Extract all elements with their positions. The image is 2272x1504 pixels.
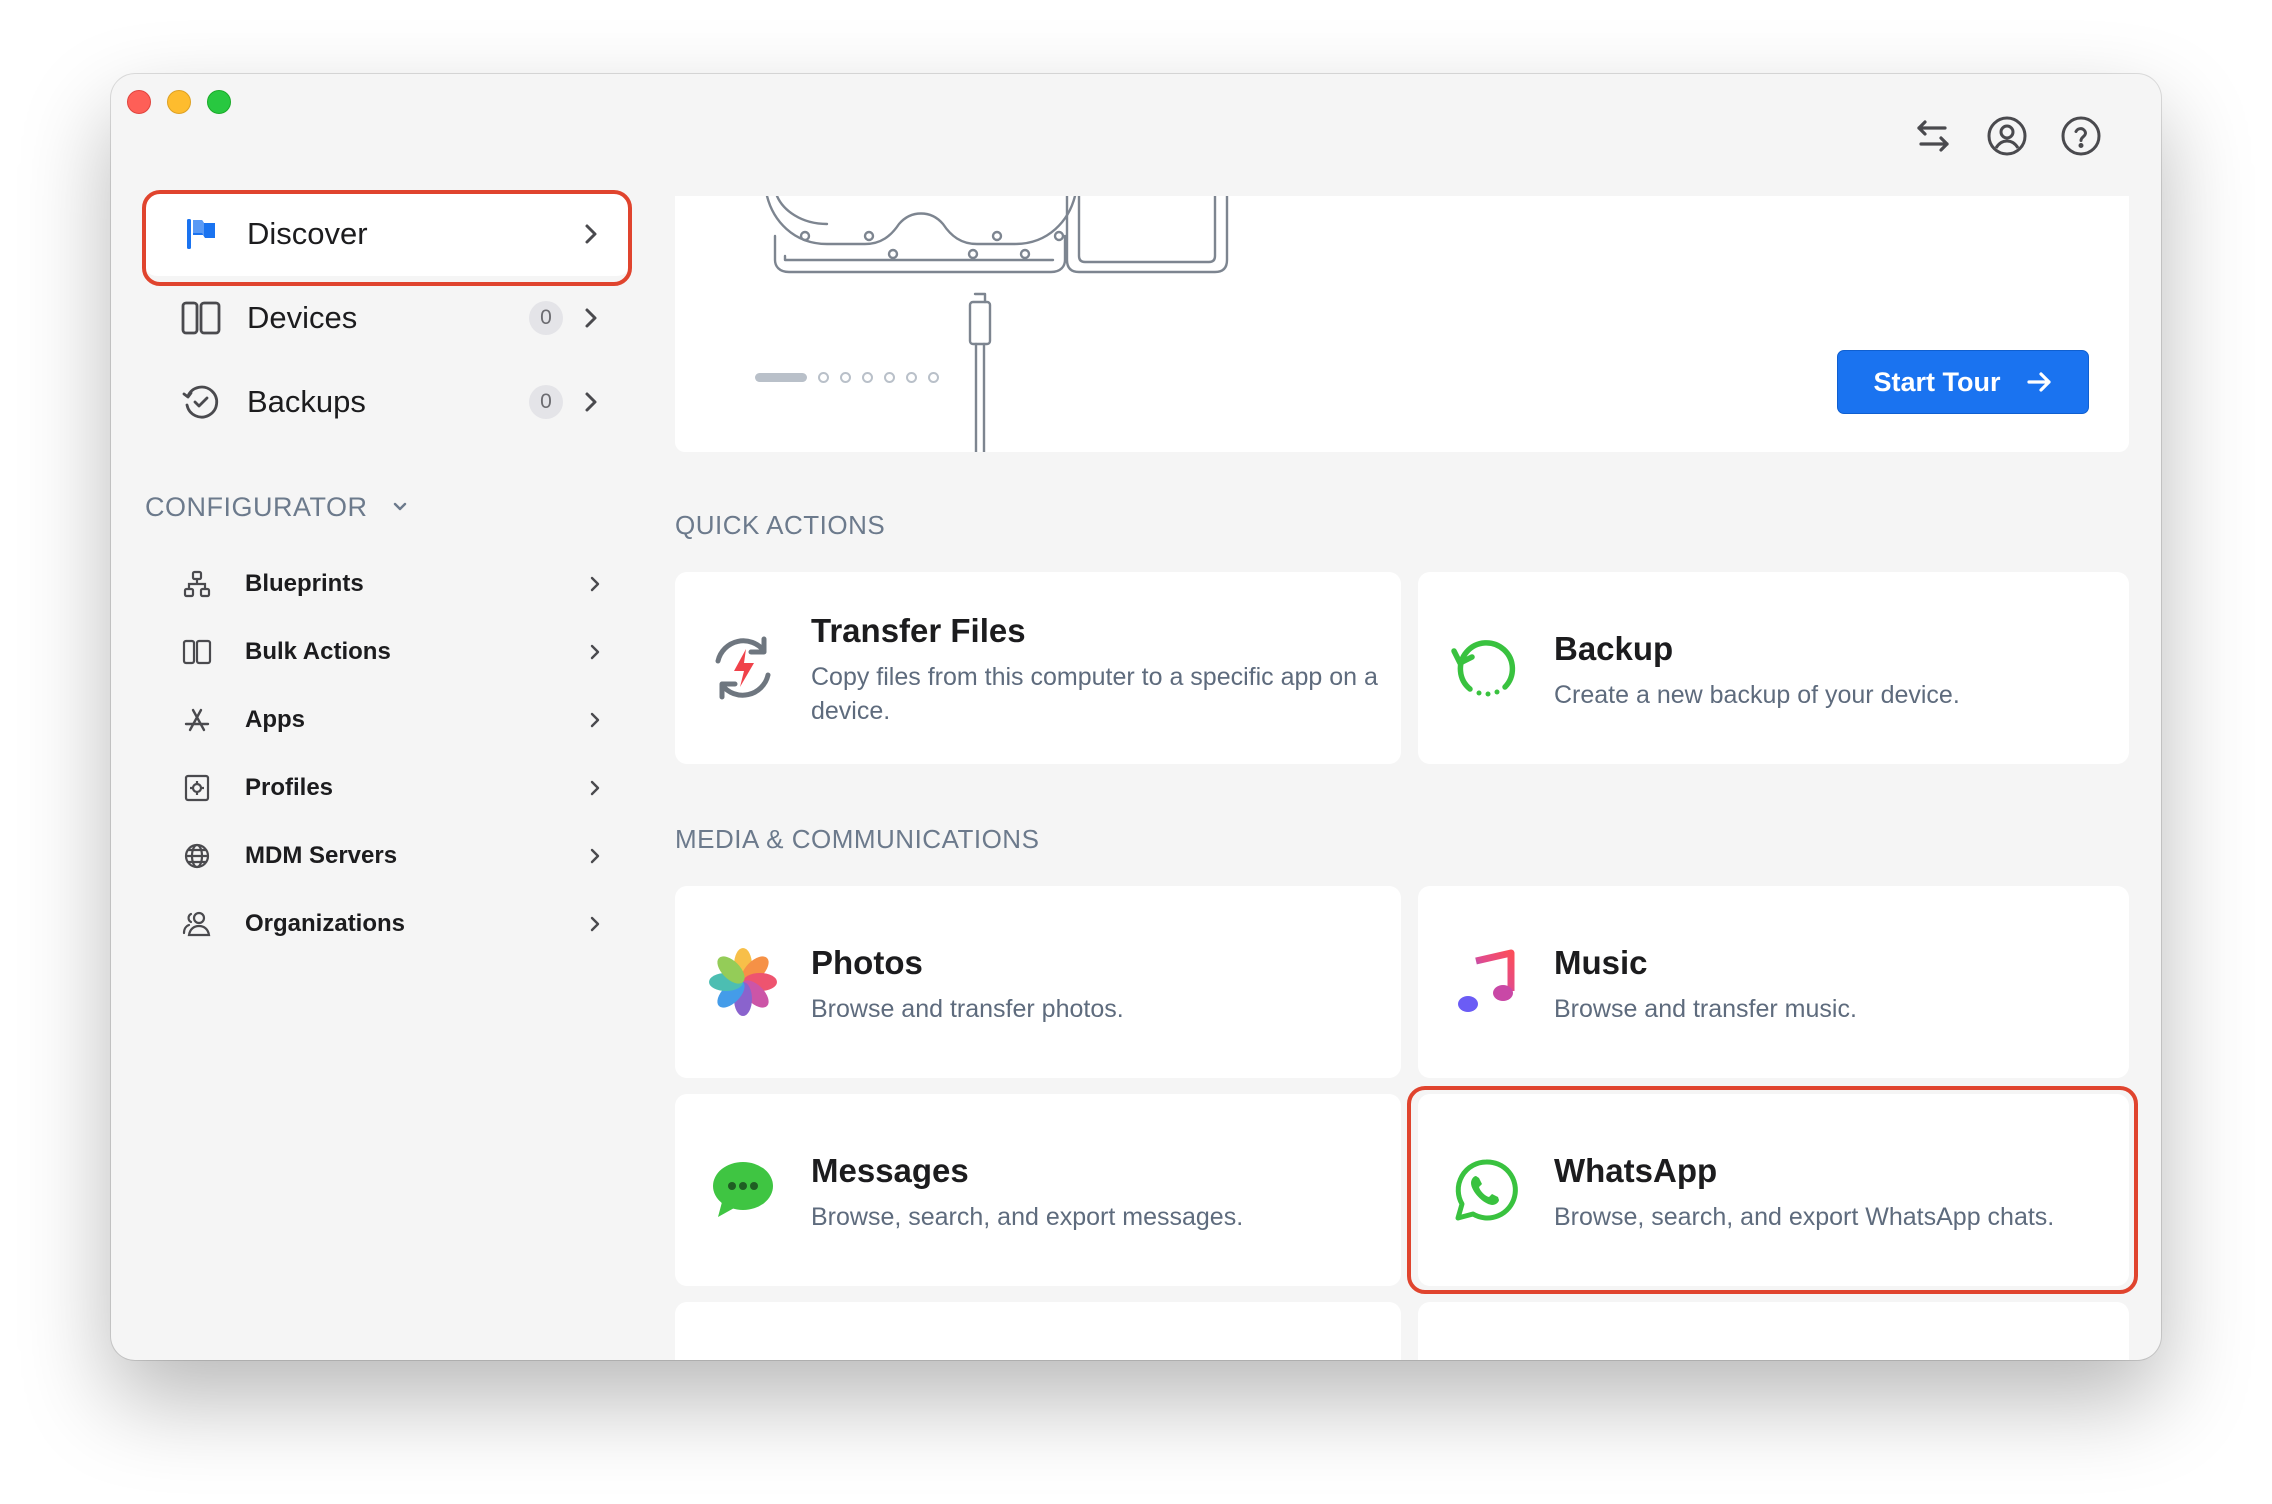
- partial-card[interactable]: [1418, 1302, 2129, 1360]
- carousel-dot[interactable]: [884, 372, 895, 383]
- card-description: Browse, search, and export messages.: [811, 1203, 1244, 1231]
- chevron-right-icon: [585, 392, 597, 412]
- sidebar-item-label: Devices: [247, 300, 358, 335]
- sidebar-item-label: Backups: [247, 384, 366, 419]
- sidebar-item-profiles[interactable]: Profiles: [143, 754, 631, 822]
- media-heading: MEDIA & COMMUNICATIONS: [675, 824, 1040, 854]
- start-tour-button[interactable]: Start Tour: [1837, 350, 2089, 414]
- account-circle-icon[interactable]: [1985, 114, 2029, 158]
- card-description: Create a new backup of your device.: [1554, 681, 1960, 709]
- card-description: Copy files from this computer to a speci…: [811, 663, 1378, 725]
- devices-icon: [179, 634, 215, 670]
- chevron-right-icon: [590, 780, 600, 796]
- configurator-list: Blueprints Bulk Actions Apps Profiles MD…: [143, 550, 631, 958]
- close-window-button[interactable]: [127, 90, 151, 114]
- arrow-right-icon: [2026, 372, 2051, 392]
- sidebar-item-label: Blueprints: [245, 570, 364, 597]
- sidebar-item-label: Profiles: [245, 774, 334, 801]
- carousel-dot[interactable]: [906, 372, 917, 383]
- quick-actions-heading: QUICK ACTIONS: [675, 510, 886, 540]
- people-icon: [179, 906, 215, 942]
- backup-icon: [1448, 630, 1524, 706]
- help-circle-icon[interactable]: [2059, 114, 2103, 158]
- sidebar-item-label: Organizations: [245, 910, 406, 937]
- card-description: Browse and transfer music.: [1554, 995, 1857, 1023]
- card-title: Backup: [1554, 630, 1674, 667]
- messages-card[interactable]: Messages Browse, search, and export mess…: [675, 1094, 1401, 1286]
- card-description: Browse and transfer photos.: [811, 995, 1124, 1023]
- backup-card[interactable]: Backup Create a new backup of your devic…: [1418, 572, 2129, 764]
- toolbar: [1911, 114, 2103, 158]
- transfer-files-icon: [705, 630, 781, 706]
- whatsapp-icon: [1448, 1152, 1524, 1228]
- card-title: Music: [1554, 944, 1648, 981]
- carousel-dot-active[interactable]: [755, 373, 807, 382]
- app-store-icon: [179, 702, 215, 738]
- traffic-lights: [127, 90, 231, 114]
- tour-banner: Start Tour: [675, 196, 2129, 452]
- chevron-right-icon: [590, 848, 600, 864]
- chevron-right-icon: [590, 644, 600, 660]
- card-title: Transfer Files: [811, 612, 1026, 649]
- globe-icon: [179, 838, 215, 874]
- chevron-right-icon: [590, 576, 600, 592]
- music-card[interactable]: Music Browse and transfer music.: [1418, 886, 2129, 1078]
- sidebar-item-blueprints[interactable]: Blueprints: [143, 550, 631, 618]
- sidebar-item-discover[interactable]: Discover: [143, 192, 631, 276]
- sidebar-item-backups[interactable]: Backups 0: [143, 360, 631, 444]
- chevron-down-icon: [393, 502, 406, 511]
- sidebar-item-organizations[interactable]: Organizations: [143, 890, 631, 958]
- photos-icon: [705, 944, 781, 1020]
- zoom-window-button[interactable]: [207, 90, 231, 114]
- devices-icon: [179, 296, 223, 340]
- carousel-indicator: [755, 372, 939, 383]
- sidebar-item-label: Apps: [245, 706, 305, 733]
- partial-card[interactable]: [675, 1302, 1401, 1360]
- card-description: Browse, search, and export WhatsApp chat…: [1554, 1203, 2055, 1231]
- main-content: Start Tour QUICK ACTIONS Transfer Files …: [675, 196, 2129, 1360]
- music-icon: [1448, 944, 1524, 1020]
- flag-icon: [179, 212, 223, 256]
- count-badge: 0: [529, 385, 563, 419]
- chevron-right-icon: [590, 712, 600, 728]
- whatsapp-card[interactable]: WhatsApp Browse, search, and export What…: [1418, 1094, 2129, 1286]
- transfer-files-card[interactable]: Transfer Files Copy files from this comp…: [675, 572, 1401, 764]
- carousel-dot[interactable]: [928, 372, 939, 383]
- carousel-dot[interactable]: [840, 372, 851, 383]
- sidebar-item-mdm-servers[interactable]: MDM Servers: [143, 822, 631, 890]
- sidebar-item-devices[interactable]: Devices 0: [143, 276, 631, 360]
- photos-card[interactable]: Photos Browse and transfer photos.: [675, 886, 1401, 1078]
- messages-icon: [705, 1152, 781, 1228]
- configurator-section-toggle[interactable]: CONFIGURATOR: [143, 484, 631, 530]
- sidebar-item-apps[interactable]: Apps: [143, 686, 631, 754]
- chevron-right-icon: [585, 308, 597, 328]
- sidebar-item-label: MDM Servers: [245, 842, 398, 869]
- section-title: CONFIGURATOR: [145, 491, 368, 522]
- backup-history-icon: [179, 380, 223, 424]
- sidebar-item-label: Bulk Actions: [245, 638, 391, 665]
- device-illustration: [765, 196, 1229, 452]
- app-window: Discover Devices 0 Backups 0 CONFIGURATO…: [111, 74, 2161, 1360]
- sidebar-item-bulk-actions[interactable]: Bulk Actions: [143, 618, 631, 686]
- carousel-dot[interactable]: [862, 372, 873, 383]
- chevron-right-icon: [585, 224, 597, 244]
- card-title: Messages: [811, 1152, 969, 1189]
- sidebar-item-label: Discover: [247, 216, 368, 251]
- card-title: Photos: [811, 944, 923, 981]
- hierarchy-icon: [179, 566, 215, 602]
- start-tour-label: Start Tour: [1873, 366, 2001, 397]
- profile-gear-icon: [179, 770, 215, 806]
- minimize-window-button[interactable]: [167, 90, 191, 114]
- carousel-dot[interactable]: [818, 372, 829, 383]
- card-title: WhatsApp: [1554, 1152, 1718, 1189]
- chevron-right-icon: [590, 916, 600, 932]
- transfer-arrows-icon[interactable]: [1911, 114, 1955, 158]
- sidebar: Discover Devices 0 Backups 0 CONFIGURATO…: [143, 192, 631, 958]
- count-badge: 0: [529, 301, 563, 335]
